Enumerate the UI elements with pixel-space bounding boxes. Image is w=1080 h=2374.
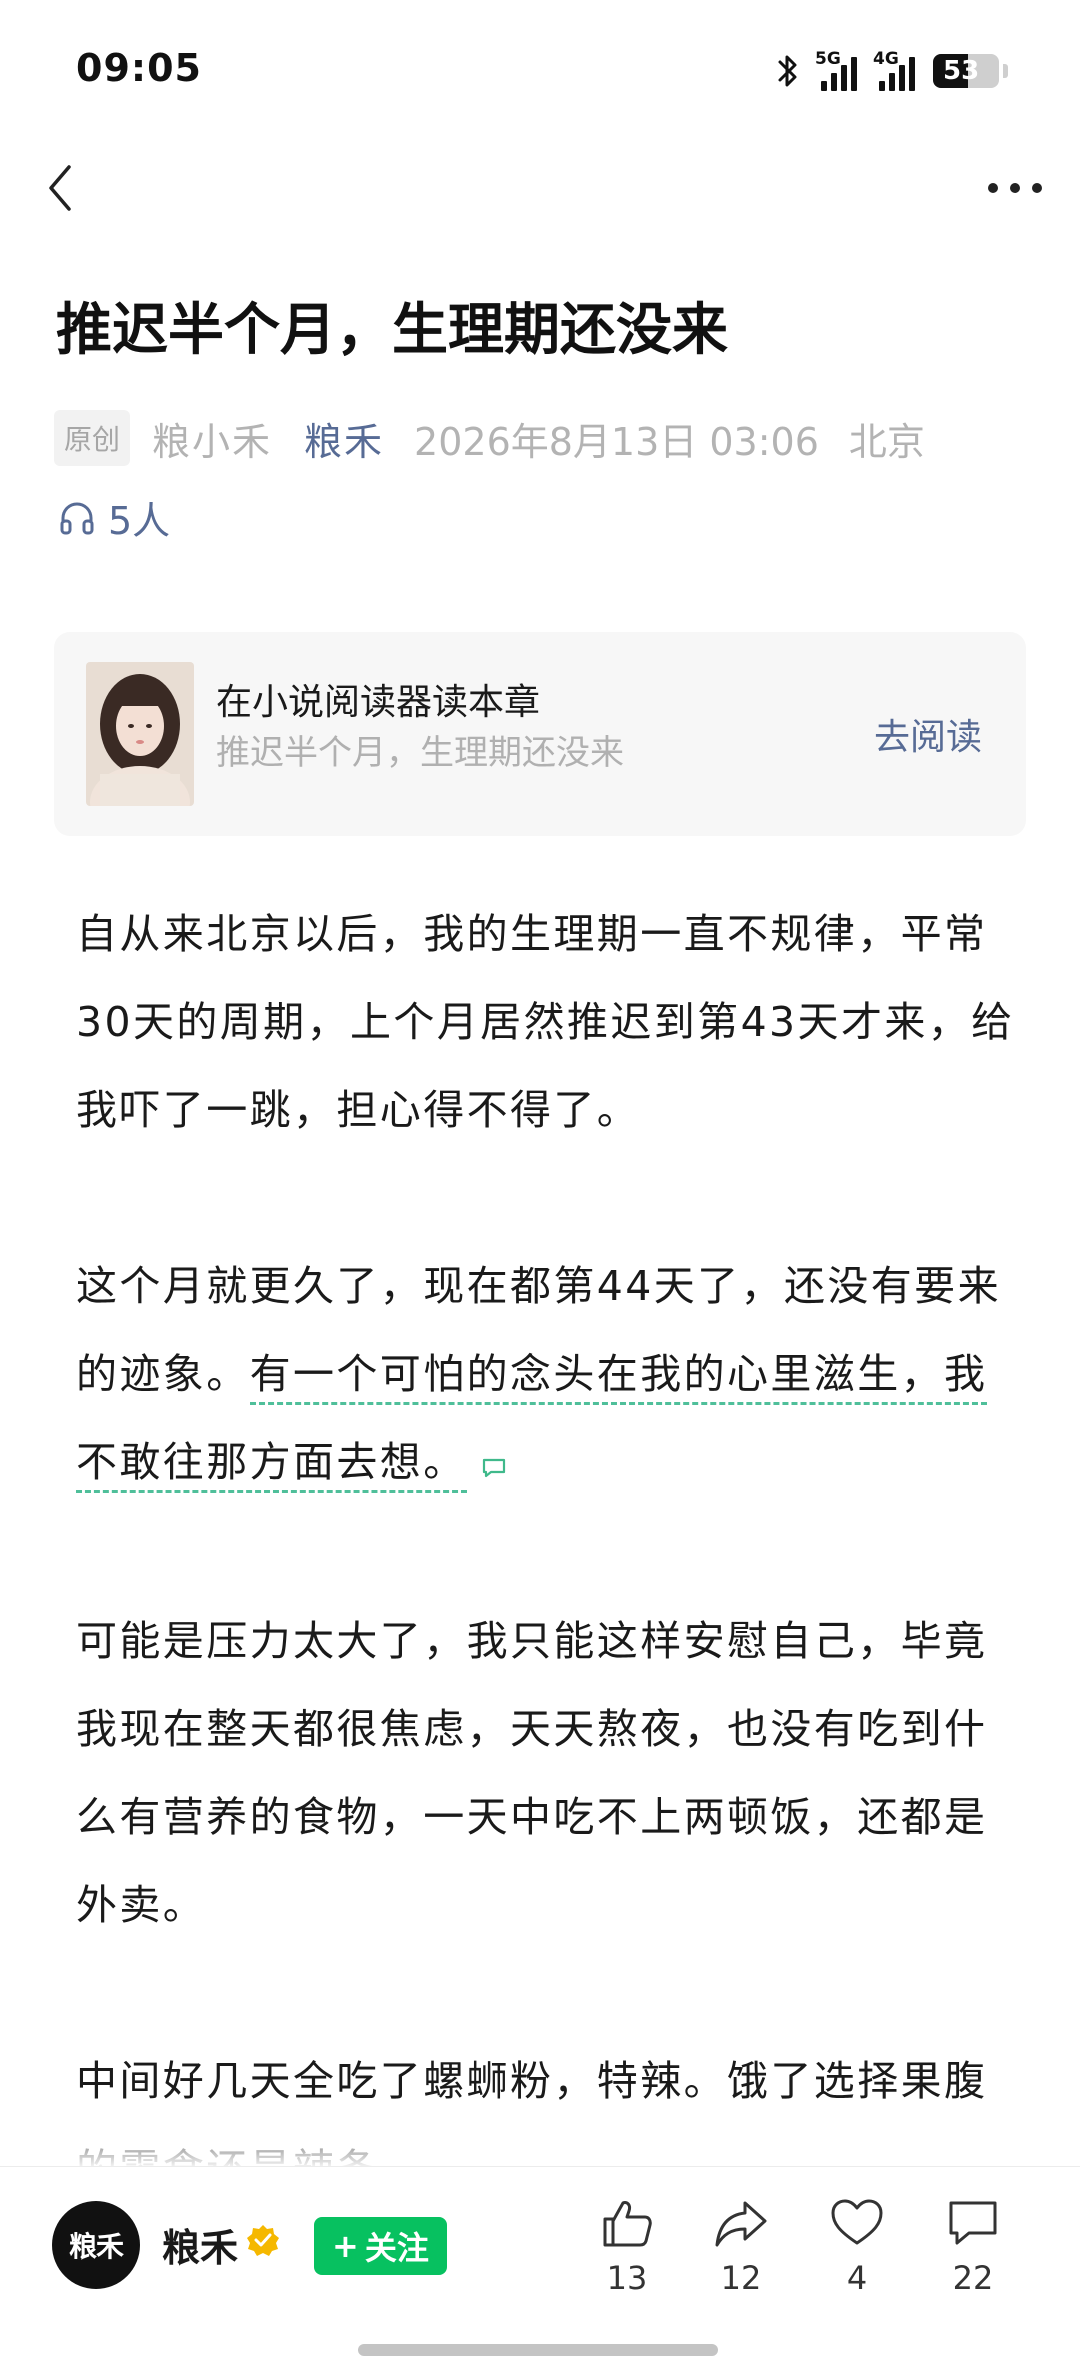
signal-5g-icon: 5G: [815, 49, 857, 91]
heart-icon: [831, 2199, 883, 2245]
comment-count: 22: [952, 2259, 994, 2297]
comment-button[interactable]: 22: [928, 2197, 1018, 2297]
thumbs-up-icon: [603, 2201, 652, 2247]
article-body: 自从来北京以后，我的生理期一直不规律，平常30天的周期，上个月居然推迟到第43天…: [76, 890, 1016, 2301]
paragraph: 这个月就更久了，现在都第44天了，还没有要来的迹象。有一个可怕的念头在我的心里滋…: [76, 1242, 1016, 1509]
original-badge: 原创: [54, 410, 131, 466]
chevron-left-icon: [49, 165, 71, 211]
headphones-icon: [60, 502, 94, 534]
bottom-action-bar: 粮禾 粮禾 + 关注 13 12 4 22: [0, 2166, 1080, 2374]
cover-thumbnail: [86, 662, 194, 806]
comment-bubble-icon[interactable]: [481, 1421, 507, 1509]
follow-label: 关注: [364, 2229, 429, 2267]
reader-card-text: 在小说阅读器读本章 推迟半个月，生理期还没来: [216, 680, 624, 778]
publish-date: 2026年8月13日 03:06: [414, 419, 819, 464]
like-button[interactable]: 13: [582, 2197, 672, 2297]
content-fade: [0, 2110, 1080, 2170]
reader-card-subtitle: 推迟半个月，生理期还没来: [216, 733, 624, 773]
verified-badge-icon: [247, 2225, 279, 2256]
share-arrow-icon: [715, 2201, 767, 2247]
back-button[interactable]: [30, 158, 90, 218]
share-count: 12: [720, 2259, 762, 2297]
home-indicator[interactable]: [358, 2344, 718, 2356]
article-title: 推迟半个月，生理期还没来: [56, 298, 728, 363]
paragraph: 自从来北京以后，我的生理期一直不规律，平常30天的周期，上个月居然推迟到第43天…: [76, 910, 1015, 1134]
account-name[interactable]: 粮禾: [162, 2217, 238, 2272]
battery-icon: 53: [933, 54, 999, 88]
account-avatar[interactable]: 粮禾: [52, 2201, 140, 2289]
top-nav: [0, 140, 1080, 230]
listener-count: 5人: [108, 499, 171, 543]
status-icons: 5G 4G 53: [777, 48, 1008, 94]
listen-button[interactable]: 5人: [58, 490, 170, 545]
battery-tip: [1003, 64, 1008, 78]
account-link[interactable]: 粮禾: [304, 411, 384, 466]
battery-level: 53: [943, 56, 980, 86]
status-time: 09:05: [76, 46, 202, 90]
more-button[interactable]: [980, 158, 1050, 218]
like-count: 13: [606, 2259, 648, 2297]
more-dots-icon: [988, 183, 1042, 193]
author-name: 粮小禾: [152, 419, 273, 464]
article-meta: 原创 粮小禾 粮禾 2026年8月13日 03:06 北京: [54, 410, 1044, 466]
favorite-count: 4: [846, 2259, 868, 2297]
go-read-button[interactable]: 去阅读: [874, 708, 982, 760]
favorite-button[interactable]: 4: [812, 2197, 902, 2297]
share-button[interactable]: 12: [696, 2197, 786, 2297]
bluetooth-icon: [778, 55, 797, 87]
follow-button[interactable]: + 关注: [314, 2217, 447, 2275]
novel-reader-card[interactable]: 在小说阅读器读本章 推迟半个月，生理期还没来 去阅读: [54, 632, 1026, 836]
status-bar: 09:05 5G 4G 53: [0, 0, 1080, 140]
comment-icon: [949, 2201, 997, 2245]
paragraph: 可能是压力太大了，我只能这样安慰自己，毕竟我现在整天都很焦虑，天天熬夜，也没有吃…: [76, 1617, 988, 1929]
signal-4g-icon: 4G: [873, 49, 915, 91]
reader-card-heading: 在小说阅读器读本章: [216, 682, 541, 723]
plus-icon: +: [332, 2227, 359, 2265]
publish-location: 北京: [848, 419, 925, 464]
